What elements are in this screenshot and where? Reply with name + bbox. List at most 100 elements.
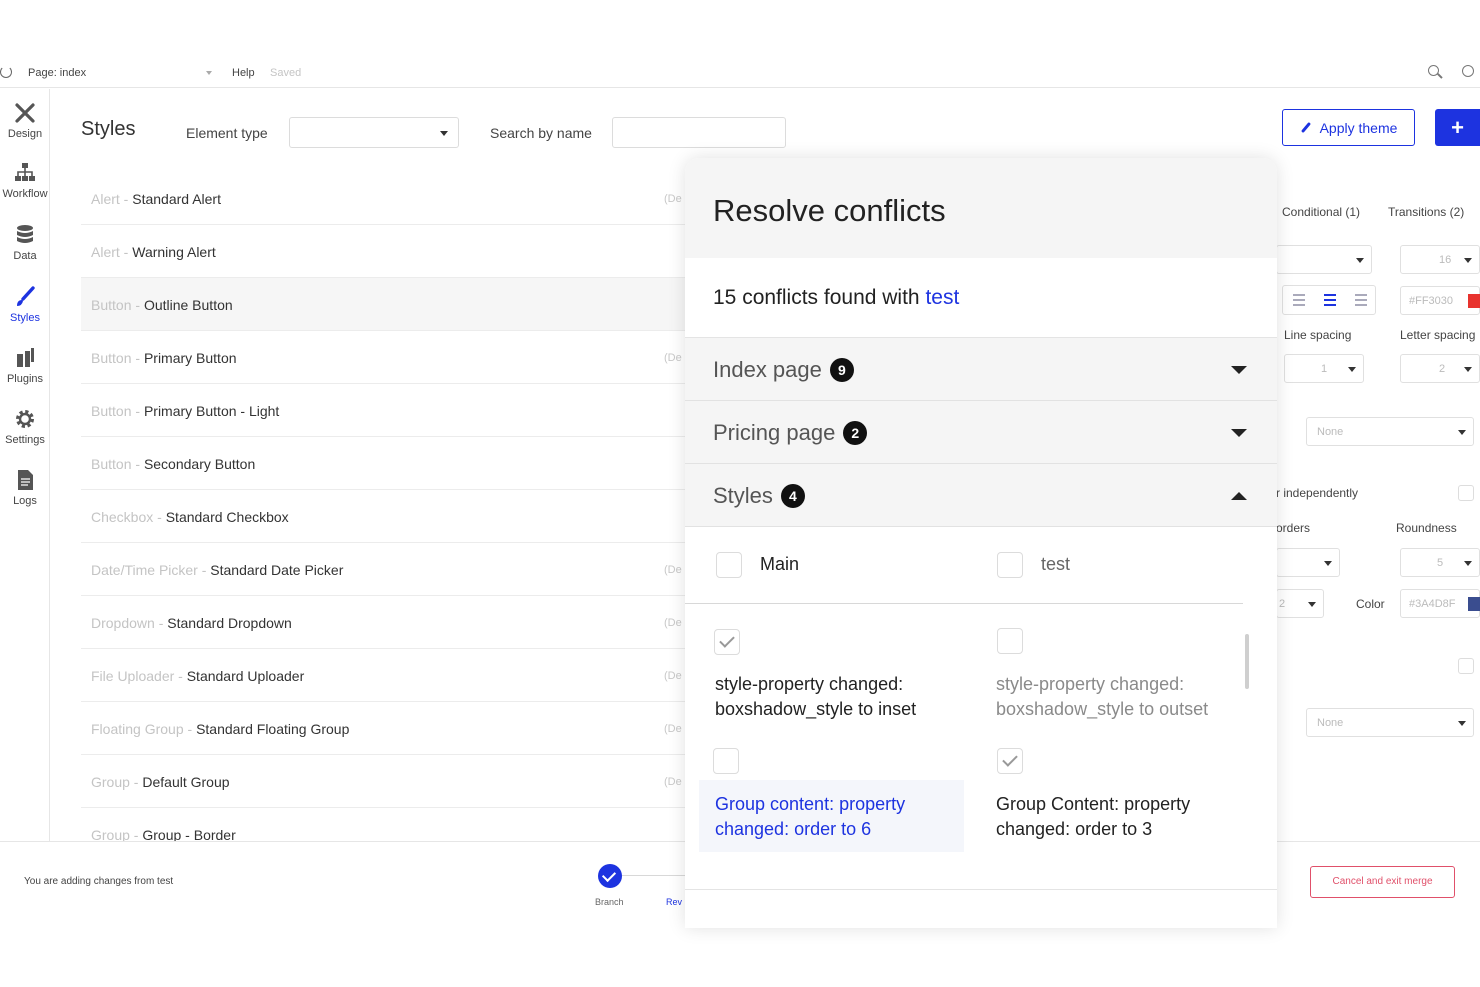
list-item[interactable]: Button - Primary Button (De <box>81 331 685 384</box>
section-styles[interactable]: Styles 4 <box>685 464 1277 527</box>
line-spacing-select[interactable]: 1 <box>1284 354 1364 383</box>
shadow-checkbox[interactable] <box>1458 658 1474 674</box>
nav-design-label: Design <box>7 128 43 140</box>
select-all-test-checkbox[interactable] <box>997 552 1023 578</box>
align-right-icon[interactable] <box>1355 294 1367 306</box>
style-name: Standard Uploader <box>186 668 305 684</box>
list-item[interactable]: Checkbox - Standard Checkbox <box>81 490 685 543</box>
list-item[interactable]: Button - Primary Button - Light <box>81 384 685 437</box>
independent-borders-label: r independently <box>1276 486 1359 500</box>
style-category: Floating Group <box>91 721 184 737</box>
account-icon[interactable] <box>1462 65 1474 77</box>
style-category: Button <box>91 350 132 366</box>
cancel-merge-button[interactable]: Cancel and exit merge <box>1310 866 1455 898</box>
conflict-columns-header: Main test <box>685 527 1277 604</box>
add-style-button[interactable]: + <box>1435 109 1480 146</box>
letter-spacing-label: Letter spacing <box>1400 328 1476 342</box>
merge-message: You are adding changes from test <box>24 876 174 887</box>
list-item[interactable]: Date/Time Picker - Standard Date Picker(… <box>81 543 685 596</box>
borders-label: orders <box>1276 521 1311 535</box>
search-by-name-input[interactable] <box>612 117 786 148</box>
list-item[interactable]: Group - Default Group (De <box>81 755 685 808</box>
chevron-down-icon <box>1231 429 1247 437</box>
reload-icon[interactable] <box>0 66 12 78</box>
conflict-1-main-checkbox[interactable] <box>714 629 740 655</box>
nav-data[interactable]: Data <box>0 223 50 262</box>
conflict-2-main-checkbox[interactable] <box>713 748 739 774</box>
count-badge: 4 <box>780 484 805 508</box>
nav-plugins[interactable]: Plugins <box>0 346 50 385</box>
align-left-icon[interactable] <box>1293 294 1305 306</box>
border-style-select[interactable] <box>1276 548 1340 577</box>
conflict-2-main-text[interactable]: Group content: property changed: order t… <box>715 792 955 842</box>
border-width-select[interactable]: 2 <box>1276 589 1324 618</box>
nav-design[interactable]: Design <box>0 101 50 140</box>
font-size-select[interactable]: 16 <box>1400 245 1480 274</box>
search-icon[interactable] <box>1428 65 1439 76</box>
letter-spacing-value: 2 <box>1439 363 1446 375</box>
border-color-label: Color <box>1356 597 1385 611</box>
chevron-up-icon <box>1231 492 1247 500</box>
nav-logs[interactable]: Logs <box>0 468 50 507</box>
design-tools-icon <box>15 103 35 123</box>
transition-select[interactable]: None <box>1306 708 1474 737</box>
list-item[interactable]: Button - Secondary Button <box>81 437 685 490</box>
list-item[interactable]: Alert - Warning Alert <box>81 225 685 278</box>
nav-logs-label: Logs <box>13 495 37 507</box>
chevron-down-icon <box>440 131 448 136</box>
font-select[interactable] <box>1276 245 1372 274</box>
branch-link[interactable]: test <box>925 286 959 309</box>
section-pricing-page[interactable]: Pricing page 2 <box>685 401 1277 464</box>
nav-settings[interactable]: Settings <box>0 407 50 446</box>
page-selector[interactable]: Page: index <box>28 67 218 79</box>
left-nav-rail: Design Workflow Data Styles Plugins Sett… <box>0 89 50 841</box>
element-type-select[interactable] <box>289 117 459 148</box>
style-name: Outline Button <box>143 297 233 313</box>
list-item[interactable]: Floating Group - Standard Floating Group… <box>81 702 685 755</box>
conflict-list-scrollbar[interactable] <box>1245 634 1249 689</box>
chevron-down-icon <box>206 71 212 75</box>
conflict-2-test-checkbox[interactable] <box>997 748 1023 774</box>
roundness-value: 5 <box>1437 557 1444 569</box>
style-property-panel: Conditional (1) Transitions (2) 16 #FF30… <box>1276 188 1480 840</box>
conflict-1-test-checkbox[interactable] <box>997 628 1023 654</box>
default-badge: (De <box>664 670 682 682</box>
apply-theme-button[interactable]: Apply theme <box>1282 109 1415 146</box>
section-index-page[interactable]: Index page 9 <box>685 338 1277 401</box>
test-column-label: test <box>1041 554 1071 574</box>
paintbrush-icon <box>1300 121 1311 134</box>
default-badge: (De <box>664 193 682 205</box>
style-category: Button <box>91 403 132 419</box>
style-name: Standard Date Picker <box>210 562 344 578</box>
nav-styles[interactable]: Styles <box>0 285 50 324</box>
roundness-select[interactable]: 5 <box>1400 548 1480 577</box>
tab-transitions[interactable]: Transitions (2) <box>1388 205 1464 219</box>
style-name: Standard Alert <box>132 191 221 207</box>
effect-select[interactable]: None <box>1306 417 1474 446</box>
style-name: Standard Dropdown <box>167 615 292 631</box>
step-connector <box>622 875 685 876</box>
style-name: Standard Floating Group <box>196 721 350 737</box>
align-center-icon[interactable] <box>1324 294 1336 306</box>
list-item[interactable]: Dropdown - Standard Dropdown (De <box>81 596 685 649</box>
independent-borders-checkbox[interactable] <box>1458 485 1474 501</box>
chevron-down-icon <box>1464 258 1472 263</box>
chevron-down-icon <box>1458 430 1466 435</box>
list-item[interactable]: Alert - Standard Alert (De <box>81 172 685 225</box>
list-item[interactable]: File Uploader - Standard Uploader (De <box>81 649 685 702</box>
page-selector-label: Page: index <box>28 67 87 79</box>
font-color-value: #FF3030 <box>1409 295 1454 307</box>
border-color-swatch[interactable] <box>1468 597 1480 611</box>
tab-conditional[interactable]: Conditional (1) <box>1282 205 1360 219</box>
select-all-main-checkbox[interactable] <box>716 552 742 578</box>
modal-title: Resolve conflicts <box>713 193 946 228</box>
style-name: Primary Button <box>143 350 237 366</box>
style-category: Alert <box>91 191 120 207</box>
list-item[interactable]: Button - Outline Button <box>81 278 685 331</box>
letter-spacing-select[interactable]: 2 <box>1400 354 1480 383</box>
text-align-group[interactable] <box>1282 285 1376 315</box>
help-menu[interactable]: Help <box>232 67 255 79</box>
nav-workflow[interactable]: Workflow <box>0 161 50 200</box>
font-size-value: 16 <box>1439 254 1452 266</box>
font-color-swatch[interactable] <box>1468 294 1480 308</box>
